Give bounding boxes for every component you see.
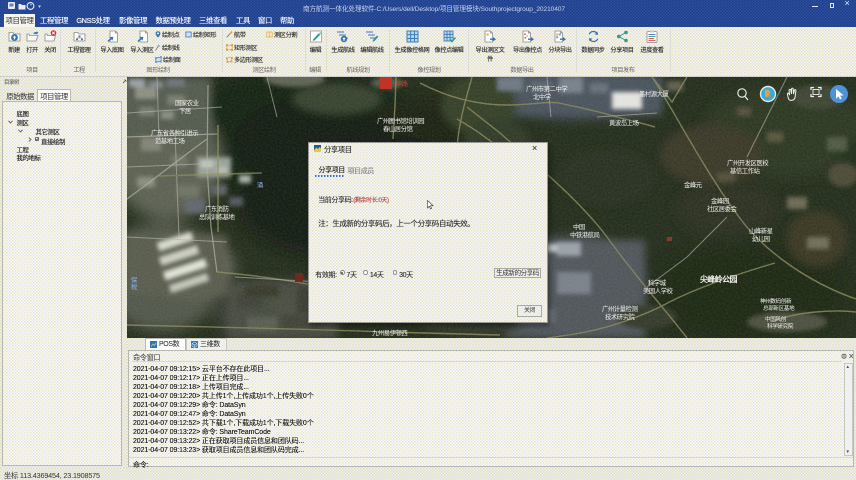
svg-text:广州开发区医校: 广州开发区医校 xyxy=(727,158,769,167)
svg-text:黄波岛上场: 黄波岛上场 xyxy=(609,118,639,127)
svg-text:广州计量检测: 广州计量检测 xyxy=(602,304,637,313)
svg-text:技术研究院: 技术研究院 xyxy=(605,312,636,321)
svg-text:中铁港航局: 中铁港航局 xyxy=(570,230,600,239)
svg-text:总部新区基地: 总部新区基地 xyxy=(763,304,795,312)
svg-text:总队训练基地: 总队训练基地 xyxy=(199,212,235,221)
svg-text:金峰园: 金峰园 xyxy=(711,196,729,205)
svg-text:下居: 下居 xyxy=(179,107,191,115)
svg-text:社区居委会: 社区居委会 xyxy=(707,204,738,213)
svg-text:尖峰岭公园: 尖峰岭公园 xyxy=(700,274,738,284)
svg-text:九州易伊顿西: 九州易伊顿西 xyxy=(372,328,407,337)
svg-text:保: 保 xyxy=(131,275,138,284)
svg-text:神州数码创新: 神州数码创新 xyxy=(760,297,792,305)
svg-text:广州市第二中学: 广州市第二中学 xyxy=(526,84,567,93)
svg-text:税: 税 xyxy=(131,282,138,291)
svg-text:中路: 中路 xyxy=(396,80,408,88)
svg-text:春山居分馆: 春山居分馆 xyxy=(383,124,413,133)
svg-text:幼儿园: 幼儿园 xyxy=(752,234,770,243)
svg-text:涌: 涌 xyxy=(257,180,263,189)
svg-text:科学城: 科学城 xyxy=(648,278,667,287)
svg-text:范基地工场: 范基地工场 xyxy=(155,136,185,145)
svg-text:金峰元: 金峰元 xyxy=(684,180,703,189)
svg-text:科学研究院: 科学研究院 xyxy=(767,322,794,330)
svg-text:广东省各种引进示: 广东省各种引进示 xyxy=(151,128,198,137)
svg-text:中国: 中国 xyxy=(573,222,585,231)
svg-text:墨村源大厦: 墨村源大厦 xyxy=(639,89,670,98)
svg-text:广州图书馆培训园: 广州图书馆培训园 xyxy=(377,116,424,125)
svg-text:广东消防: 广东消防 xyxy=(205,204,229,213)
svg-text:基信工作站: 基信工作站 xyxy=(730,166,761,175)
svg-text:国家农业: 国家农业 xyxy=(175,98,199,107)
svg-text:北中学: 北中学 xyxy=(533,92,551,101)
svg-text:美国人学校: 美国人学校 xyxy=(643,286,674,295)
svg-text:中国风创: 中国风创 xyxy=(765,315,787,323)
svg-text:山峰新星: 山峰新星 xyxy=(749,226,773,235)
